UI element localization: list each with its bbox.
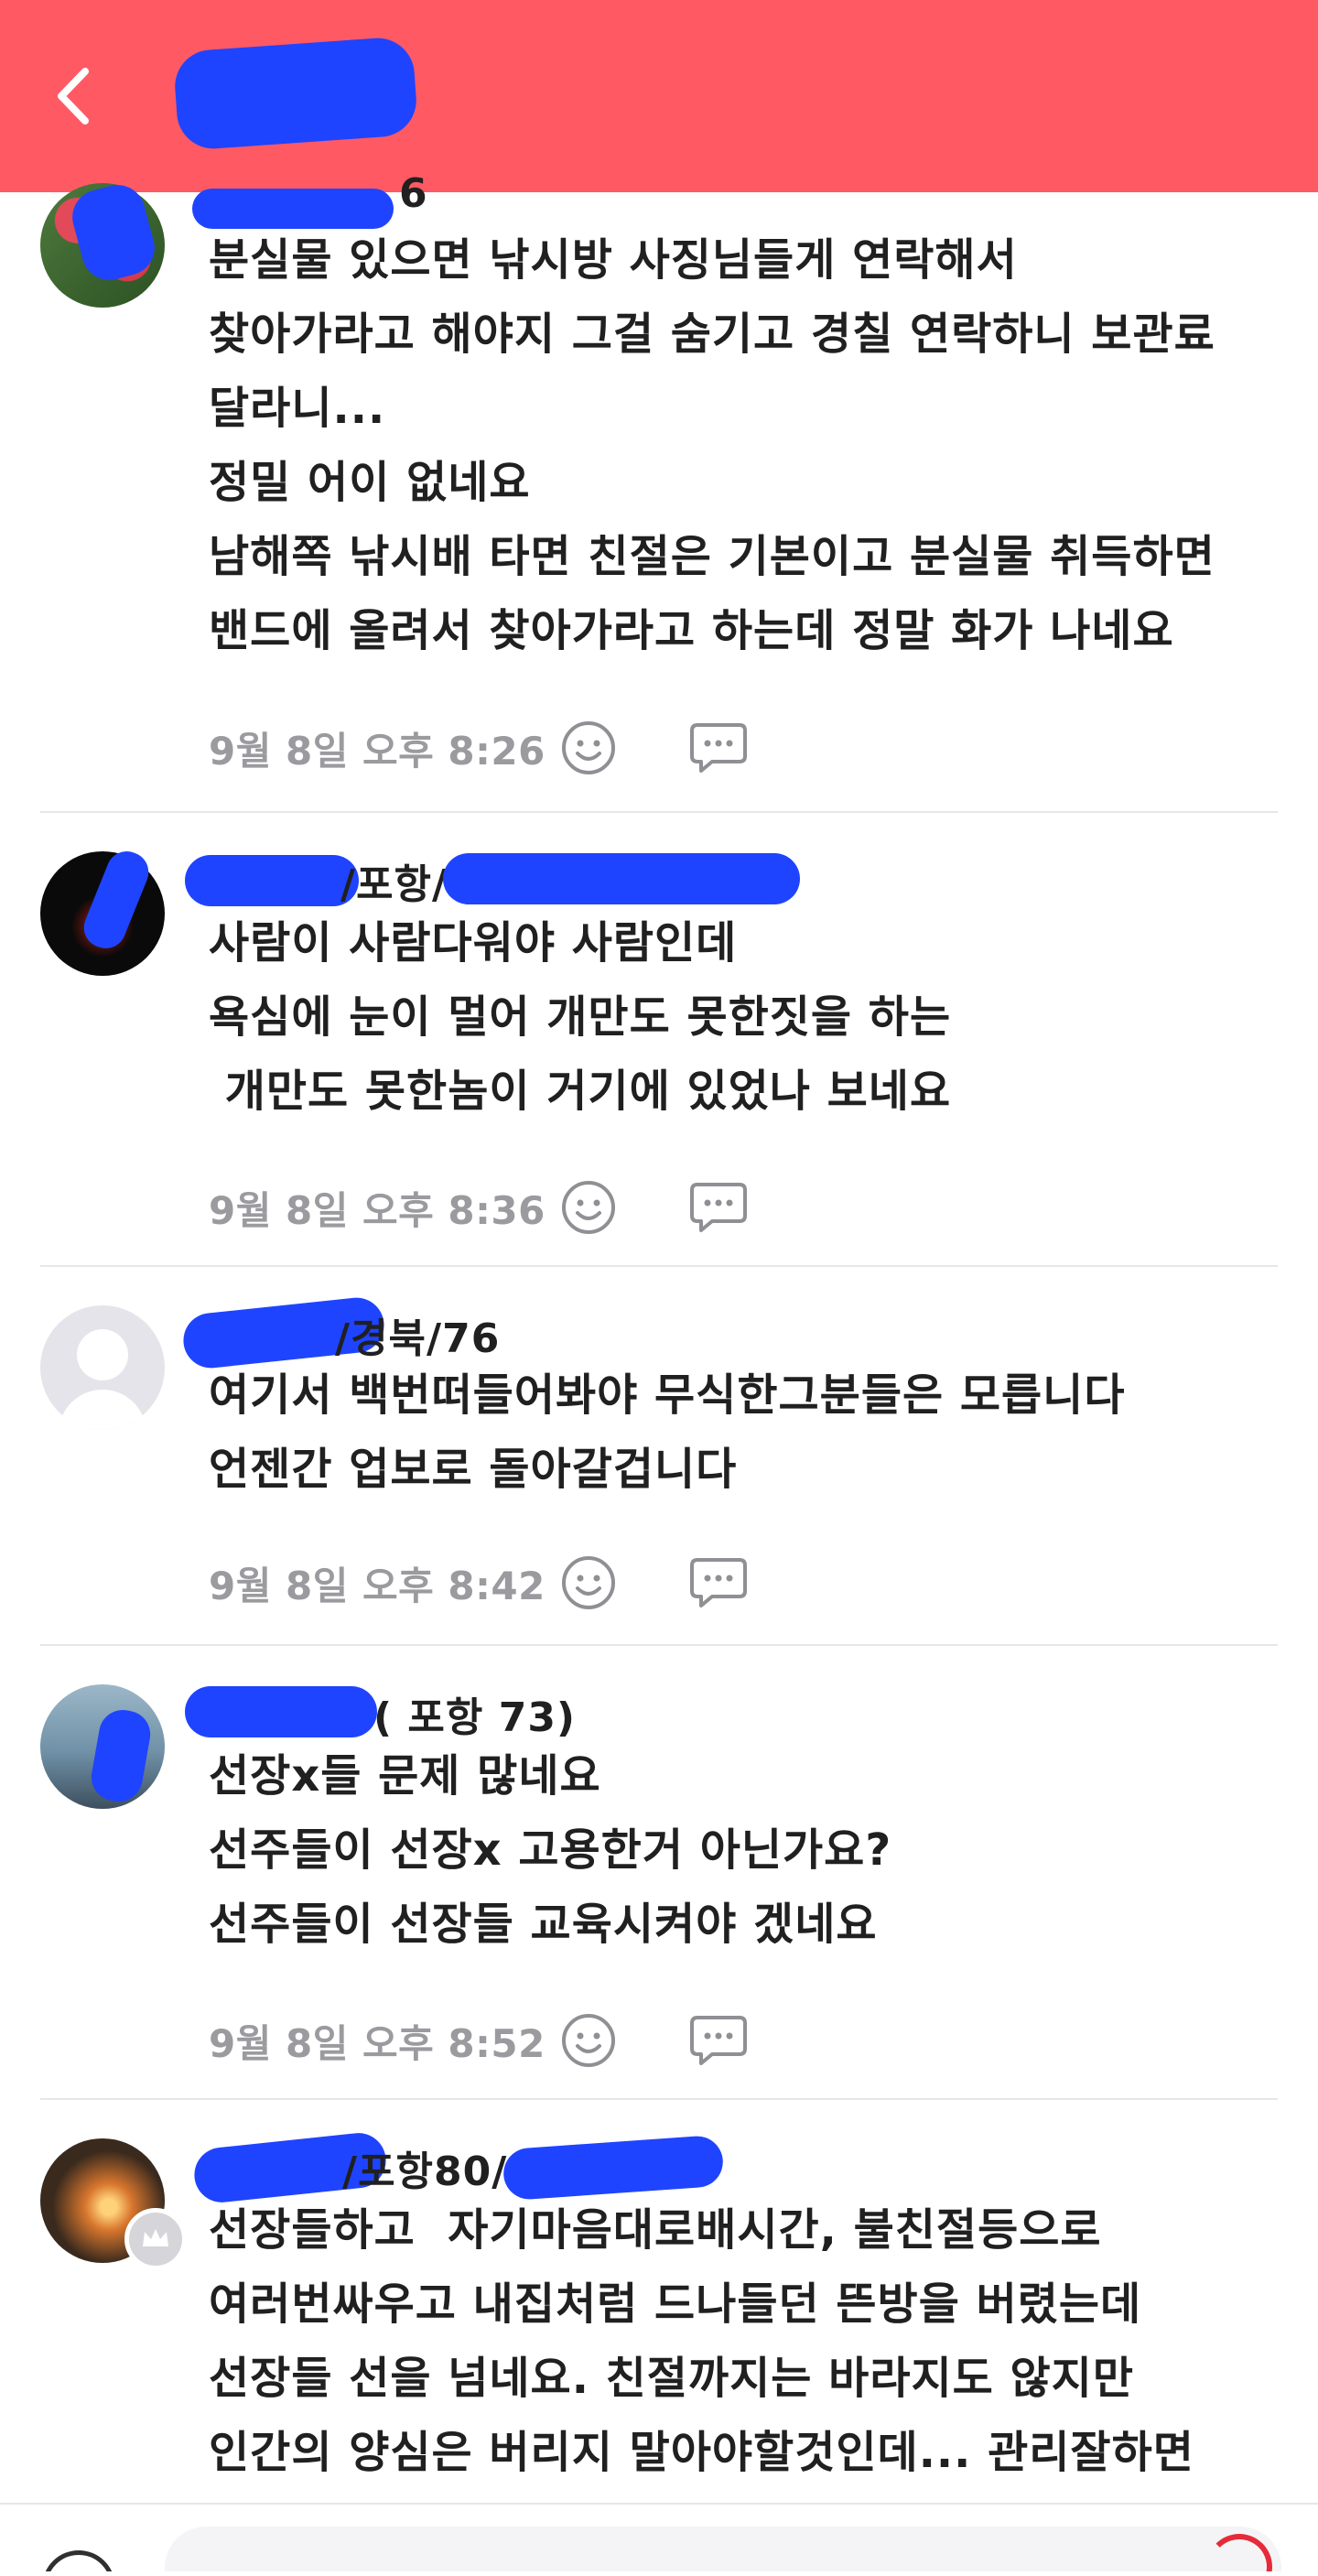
reaction-button[interactable]	[556, 1551, 621, 1615]
header-title-redaction	[172, 35, 419, 152]
speech-bubble-icon	[690, 2016, 747, 2065]
smiley-icon	[562, 721, 615, 774]
comment-item: /포항/ 사람이 사람다워야 사람인데 욕심에 눈이 멀어 개만도 못한짓을 하…	[40, 813, 1278, 1267]
comment-line: 인간의 양심은 버리지 말아야할것인데... 관리잘하면	[209, 2427, 1194, 2478]
comment-author[interactable]: /경북/76	[335, 1305, 500, 1364]
comment-line: 밴드에 올려서 찾아가라고 하는데 정말 화가 나네요	[209, 605, 1174, 656]
comment-timestamp: 9월 8일 오후 8:26	[209, 728, 546, 774]
comment-line: 선장들하고 자기마음대로배시간, 불친절등으로	[209, 2204, 1102, 2256]
comment-author[interactable]: /포항80/	[342, 2138, 507, 2197]
comment-line: 선장x들 문제 많네요	[209, 1750, 601, 1802]
smiley-icon	[562, 1181, 615, 1234]
comment-line: 여기서 백번떠들어봐야 무식한그분들은 모릅니다	[209, 1369, 1126, 1421]
comment-line: 선주들이 선장x 고용한거 아닌가요?	[209, 1824, 892, 1876]
author-name-redaction	[443, 853, 800, 904]
author-name-redaction	[502, 2134, 725, 2202]
comment-meta: 9월 8일 오후 8:36	[209, 1175, 751, 1239]
comment-author[interactable]: /포항/	[340, 851, 448, 910]
smiley-icon	[562, 1556, 615, 1609]
default-avatar-body	[59, 1390, 146, 1430]
comment-line: 개만도 못한놈이 거기에 있었나 보네요	[209, 1066, 952, 1117]
author-name-redaction	[185, 1686, 377, 1737]
reaction-button[interactable]	[556, 2008, 621, 2073]
author-name-redaction	[185, 855, 359, 906]
comment-input[interactable]	[165, 2527, 1281, 2571]
comment-line: 달라니...	[209, 383, 386, 434]
comment-line: 선주들이 선장들 교육시켜야 겠네요	[209, 1899, 878, 1950]
comment-body: 분실물 있으면 낚시방 사징님들게 연락해서 찾아가라고 해야지 그걸 숨기고 …	[209, 223, 1307, 668]
back-button[interactable]	[37, 55, 110, 137]
comment-item: /경북/76 여기서 백번떠들어봐야 무식한그분들은 모릅니다 언젠간 업보로 …	[40, 1267, 1278, 1646]
comment-timestamp: 9월 8일 오후 8:36	[209, 1187, 546, 1233]
comment-timestamp: 9월 8일 오후 8:42	[209, 1563, 546, 1608]
comment-meta: 9월 8일 오후 8:26	[209, 716, 751, 780]
speech-bubble-icon	[690, 1183, 747, 1232]
comment-meta: 9월 8일 오후 8:52	[209, 2008, 751, 2073]
comment-line: 욕심에 눈이 멀어 개만도 못한짓을 하는	[209, 991, 952, 1043]
comment-line: 찾아가라고 해야지 그걸 숨기고 경칠 연락하니 보관료	[209, 308, 1215, 360]
comment-meta: 9월 8일 오후 8:42	[209, 1551, 751, 1615]
comment-line: 선장들 선을 넘네요. 친절까지는 바라지도 않지만	[209, 2353, 1134, 2404]
reply-button[interactable]	[686, 2008, 751, 2073]
profile-icon[interactable]	[42, 2550, 115, 2571]
comment-line: 사람이 사람다워야 사람인데	[209, 917, 738, 969]
comment-line: 남해쪽 낚시배 타면 친절은 기본이고 분실물 취득하면	[209, 531, 1215, 582]
comment-body: 선장들하고 자기마음대로배시간, 불친절등으로 여러번싸우고 내집처럼 드나들던…	[209, 2193, 1307, 2490]
comment-timestamp: 9월 8일 오후 8:52	[209, 2020, 546, 2066]
reply-button[interactable]	[686, 1551, 751, 1615]
comment-line: 여러번싸우고 내집처럼 드나들던 뜬방을 버렸는데	[209, 2278, 1142, 2330]
app-header	[0, 0, 1318, 192]
comment-input-bar	[0, 2503, 1318, 2571]
reply-button[interactable]	[686, 716, 751, 780]
comment-list: 6 분실물 있으면 낚시방 사징님들게 연락해서 찾아가라고 해야지 그걸 숨기…	[0, 170, 1318, 2576]
comment-item: ( 포항 73) 선장x들 문제 많네요 선주들이 선장x 고용한거 아닌가요?…	[40, 1646, 1278, 2100]
crown-badge	[124, 2208, 187, 2270]
comment-line: 언젠간 업보로 돌아갈겁니다	[209, 1444, 738, 1495]
avatar[interactable]	[40, 1305, 165, 1430]
comment-author[interactable]: 6	[399, 170, 428, 217]
speech-bubble-icon	[690, 723, 747, 773]
comment-line: 분실물 있으면 낚시방 사징님들게 연락해서	[209, 234, 1018, 286]
reaction-button[interactable]	[556, 716, 621, 780]
reaction-button[interactable]	[556, 1175, 621, 1239]
smiley-icon	[562, 2014, 615, 2067]
comment-body: 여기서 백번떠들어봐야 무식한그분들은 모릅니다 언젠간 업보로 돌아갈겁니다	[209, 1358, 1307, 1507]
speech-bubble-icon	[690, 1558, 747, 1607]
default-avatar-head	[77, 1329, 128, 1380]
crown-icon	[143, 2229, 168, 2246]
comment-body: 선장x들 문제 많네요 선주들이 선장x 고용한거 아닌가요? 선주들이 선장들…	[209, 1739, 1307, 1962]
chevron-left-icon	[58, 68, 89, 124]
comment-body: 사람이 사람다워야 사람인데 욕심에 눈이 멀어 개만도 못한짓을 하는 개만도…	[209, 906, 1307, 1129]
reply-button[interactable]	[686, 1175, 751, 1239]
comment-item: 6 분실물 있으면 낚시방 사징님들게 연락해서 찾아가라고 해야지 그걸 숨기…	[40, 170, 1278, 813]
comment-line: 정밀 어이 없네요	[209, 457, 531, 508]
comment-author[interactable]: ( 포항 73)	[373, 1684, 576, 1743]
